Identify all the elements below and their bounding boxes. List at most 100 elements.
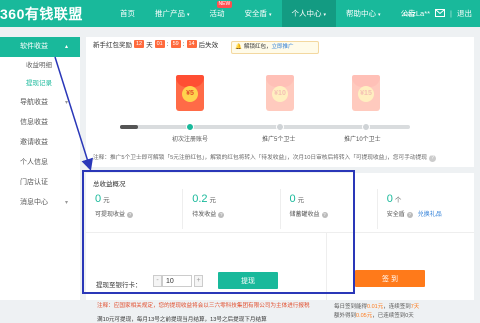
red-envelope-5[interactable]: ¥5 bbox=[176, 75, 204, 111]
sidebar-item-store-verification[interactable]: 门店认证 bbox=[0, 173, 80, 193]
brand-logo-text: 360有钱联盟 bbox=[0, 5, 83, 22]
tax-warning: 注释：应国家相关规定，您的提现收益将会以三六零科技集团有限公司为主体进行报税 bbox=[97, 303, 310, 309]
sidebar-item-personal-info[interactable]: 个人信息 bbox=[0, 153, 80, 173]
help-icon[interactable]: ? bbox=[321, 212, 328, 218]
nav-security-shield[interactable]: 安全盾 ▾ bbox=[235, 0, 282, 27]
checkin-reward-note: 每日签到能得0.01元，连续签到7天 额外得到0.05元，已连续签到0天 bbox=[334, 303, 419, 321]
logout-link[interactable]: 退出 bbox=[457, 8, 472, 19]
nav-home-label: 首页 bbox=[120, 9, 135, 18]
mail-icon[interactable] bbox=[435, 8, 446, 19]
envelope-amount: ¥10 bbox=[272, 86, 288, 102]
nav-security-shield-label: 安全盾 bbox=[244, 9, 268, 18]
envelope-amount: ¥5 bbox=[182, 86, 198, 102]
user-menu: nazLa** | 退出 bbox=[404, 0, 472, 27]
countdown-hours: 01 bbox=[154, 40, 165, 48]
help-icon[interactable]: ? bbox=[127, 212, 134, 218]
chevron-down-icon: ▾ bbox=[64, 200, 68, 206]
amount-increase-button[interactable]: + bbox=[194, 275, 203, 287]
withdraw-amount-input[interactable] bbox=[162, 275, 192, 287]
chevron-down-icon: ▾ bbox=[323, 12, 327, 18]
sidebar-item-navigation-earnings[interactable]: 导航收益 ▾ bbox=[0, 93, 80, 113]
nav-products-label: 推广产品 bbox=[155, 9, 185, 18]
checkin-text: ，连续签到 bbox=[383, 304, 411, 310]
checkin-button[interactable]: 签 到 bbox=[355, 270, 425, 287]
countdown-sep: : bbox=[166, 40, 169, 48]
sidebar-item-software-earnings[interactable]: 软件收益 ▴ bbox=[0, 37, 80, 57]
sidebar-item-earnings-detail[interactable]: 收益明细 bbox=[0, 57, 80, 75]
sidebar-item-label: 导航收益 bbox=[20, 99, 48, 106]
stat-label: 储蓄罐收益? bbox=[290, 209, 377, 218]
step-label-register: 初次注册账号 bbox=[172, 137, 209, 143]
chevron-down-icon: ▾ bbox=[269, 12, 272, 18]
checkin-streak-days: 7天 bbox=[410, 304, 420, 310]
nav-activities[interactable]: NEW 活动 bbox=[200, 0, 235, 27]
stat-label: 安全盾? 兑换礼品 bbox=[387, 209, 474, 218]
countdown-seconds: 14 bbox=[186, 40, 197, 48]
reward-note-text: 注释：推广5个卫士即可解锁「5元注册红包」，解锁的红包将转入「待发收益」，次月1… bbox=[93, 155, 427, 161]
sidebar-item-invite-earnings[interactable]: 邀请收益 bbox=[0, 133, 80, 153]
checkin-panel: 签 到 每日签到能得0.01元，连续签到7天 额外得到0.05元，已连续签到0天 bbox=[326, 232, 474, 319]
countdown-expire-text: 后失效 bbox=[198, 42, 219, 49]
stat-value: 0个 bbox=[387, 193, 474, 205]
user-menu-divider: | bbox=[450, 9, 452, 18]
withdraw-button[interactable]: 提现 bbox=[218, 272, 278, 289]
stat-withdrawable: 0元 可提现收益? bbox=[86, 189, 184, 229]
stat-value: 0元 bbox=[290, 193, 377, 205]
stat-value: 0.2 元 bbox=[192, 193, 279, 205]
chevron-down-icon: ▾ bbox=[187, 12, 190, 18]
nav-help-center[interactable]: 帮助中心 ▾ bbox=[336, 0, 391, 27]
chevron-down-icon: ▾ bbox=[64, 100, 68, 106]
sidebar-item-withdraw-records[interactable]: 提现记录 bbox=[0, 75, 80, 93]
help-icon[interactable]: ? bbox=[428, 155, 436, 162]
stat-unit: 元 bbox=[209, 197, 217, 204]
red-envelope-10[interactable]: ¥10 bbox=[266, 75, 294, 111]
stat-security-shield: 0个 安全盾? 兑换礼品 bbox=[378, 189, 474, 229]
chevron-up-icon: ▴ bbox=[64, 44, 68, 50]
countdown-minutes: 59 bbox=[170, 40, 181, 48]
stat-label-text: 可提现收益 bbox=[95, 212, 126, 218]
withdraw-to-bank-label: 提现至银行卡： bbox=[96, 282, 142, 289]
stat-unit: 个 bbox=[394, 197, 402, 204]
reward-note: 注释：推广5个卫士即可解锁「5元注册红包」，解锁的红包将转入「待发收益」，次月1… bbox=[93, 152, 471, 162]
help-icon[interactable]: ? bbox=[218, 212, 225, 218]
sidebar-item-info-earnings[interactable]: 信息收益 bbox=[0, 113, 80, 133]
nav-products[interactable]: 推广产品 ▾ bbox=[145, 0, 200, 27]
stat-unit: 元 bbox=[297, 197, 305, 204]
sidebar-item-label: 收益明细 bbox=[26, 62, 52, 69]
checkin-daily-amount: 0.01元 bbox=[367, 304, 384, 310]
sidebar-item-label: 个人信息 bbox=[20, 159, 48, 166]
countdown-days: 12 bbox=[134, 40, 145, 48]
promote-now-link[interactable]: 立即推广 bbox=[272, 44, 294, 50]
checkin-bonus-amount: 0.05元 bbox=[356, 313, 373, 319]
progress-dot-step3 bbox=[362, 123, 370, 131]
section-divider bbox=[86, 167, 474, 173]
redeem-gift-link[interactable]: 兑换礼品 bbox=[418, 212, 442, 218]
nav-home[interactable]: 首页 bbox=[110, 0, 145, 27]
amount-decrease-button[interactable]: - bbox=[153, 275, 162, 287]
unlock-tip: 🔔 解锁红包，立即推广 bbox=[231, 41, 319, 54]
brand-logo[interactable]: 360有钱联盟 bbox=[0, 5, 83, 22]
progress-fill bbox=[120, 125, 138, 129]
stat-label: 待发收益? bbox=[192, 209, 279, 218]
nav-personal-center[interactable]: 个人中心 ▾ bbox=[281, 0, 337, 27]
countdown-unit: 天 bbox=[146, 42, 153, 49]
new-badge: NEW bbox=[216, 1, 233, 8]
earnings-stats: 0元 可提现收益? 0.2 元 待发收益? 0元 储蓄罐收益? 0个 安全盾? 兑换… bbox=[86, 189, 474, 229]
stat-pending: 0.2 元 待发收益? bbox=[183, 189, 281, 229]
unlock-tip-text: 解锁红包， bbox=[244, 44, 272, 50]
sidebar-item-label: 提现记录 bbox=[26, 80, 52, 87]
stat-label-text: 待发收益 bbox=[192, 212, 217, 218]
sidebar-item-message-center[interactable]: 消息中心 ▾ bbox=[0, 193, 80, 213]
nav-help-center-label: 帮助中心 bbox=[346, 9, 377, 18]
username[interactable]: nazLa** bbox=[404, 9, 430, 18]
stat-number: 0 bbox=[289, 193, 296, 205]
stat-number: 0 bbox=[386, 193, 393, 205]
stat-label-text: 安全盾 bbox=[386, 212, 405, 218]
red-envelope-15[interactable]: ¥15 bbox=[352, 75, 380, 111]
stat-label-text: 储蓄罐收益 bbox=[289, 212, 320, 218]
sidebar-item-label: 邀请收益 bbox=[20, 139, 48, 146]
help-icon[interactable]: ? bbox=[406, 212, 413, 218]
sidebar-item-label: 信息收益 bbox=[20, 119, 48, 126]
stat-number: 0 bbox=[95, 193, 102, 205]
main-nav: 首页 推广产品 ▾ NEW 活动 安全盾 ▾ 个人中心 ▾ 帮助中心 ▾ 公告 bbox=[110, 0, 426, 27]
